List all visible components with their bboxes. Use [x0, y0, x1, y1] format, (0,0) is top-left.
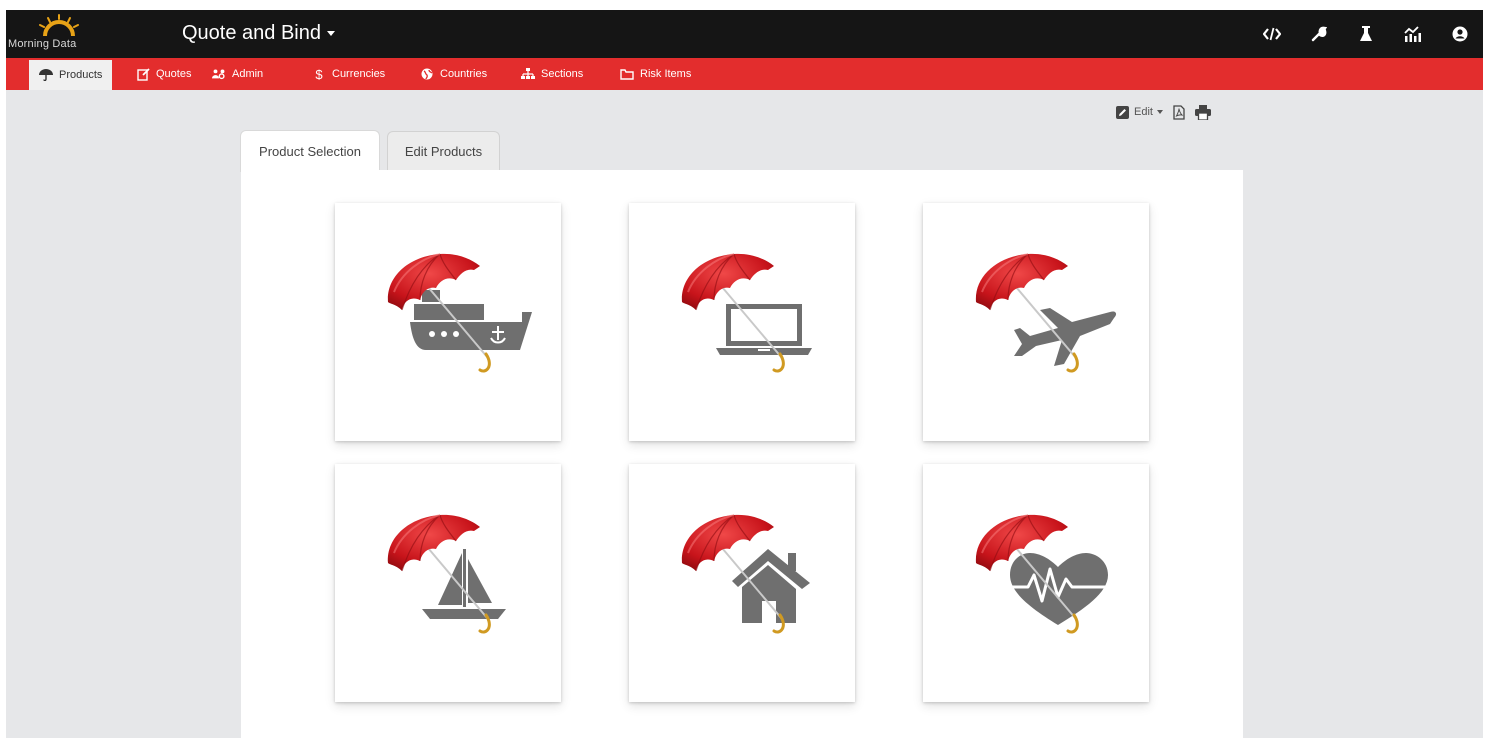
caret-down-icon	[1156, 110, 1163, 114]
content-toolbar: Edit	[1116, 102, 1221, 122]
nav-item-risk-items[interactable]: Risk Items	[620, 58, 691, 90]
edit-dropdown[interactable]: Edit	[1116, 105, 1163, 119]
product-card[interactable]	[335, 203, 561, 441]
folder-icon	[620, 67, 634, 81]
nav-label: Admin	[232, 68, 264, 80]
wrench-icon[interactable]	[1295, 10, 1342, 58]
app-window: Morning Data Quote and Bind Products Quo…	[6, 10, 1483, 738]
umbrella-ship-icon	[386, 252, 532, 373]
umbrella-icon	[39, 68, 53, 82]
app-title: Quote and Bind	[182, 22, 321, 44]
top-icon-bar	[1248, 10, 1483, 58]
product-card[interactable]	[335, 464, 561, 702]
nav-label: Risk Items	[640, 68, 692, 80]
umbrella-airplane-icon	[974, 252, 1117, 373]
main-nav: Products Quotes Admin $ Currencies Count…	[6, 58, 1483, 90]
tab-label: Edit Products	[404, 144, 483, 159]
logo[interactable]: Morning Data	[6, 12, 118, 56]
product-card[interactable]	[923, 464, 1149, 702]
printer-icon	[1194, 104, 1211, 120]
pencil-square-icon	[1116, 105, 1129, 119]
nav-item-countries[interactable]: Countries	[420, 58, 487, 90]
nav-item-sections[interactable]: Sections	[521, 58, 583, 90]
umbrella-heart-icon	[974, 513, 1108, 634]
print-button[interactable]	[1194, 104, 1211, 120]
umbrella-laptop-icon	[680, 252, 812, 373]
users-cog-icon	[212, 67, 226, 81]
logo-text: Morning Data	[8, 38, 77, 50]
code-icon[interactable]	[1248, 10, 1295, 58]
nav-item-quotes[interactable]: Quotes	[136, 58, 191, 90]
umbrella-sailboat-icon	[386, 513, 506, 634]
pdf-button[interactable]	[1173, 104, 1185, 120]
product-card[interactable]	[923, 203, 1149, 441]
user-icon[interactable]	[1436, 10, 1483, 58]
nav-label: Sections	[541, 68, 584, 80]
umbrella-house-icon	[680, 513, 810, 634]
top-bar: Morning Data Quote and Bind	[6, 10, 1483, 58]
dollar-icon: $	[315, 66, 323, 82]
nav-item-products[interactable]: Products	[29, 60, 113, 90]
sunrise-logo-icon	[39, 14, 79, 37]
tab-label: Product Selection	[259, 144, 361, 159]
nav-item-admin[interactable]: Admin	[212, 58, 263, 90]
nav-label: Currencies	[332, 68, 386, 80]
chart-icon[interactable]	[1389, 10, 1436, 58]
product-card[interactable]	[629, 464, 855, 702]
edit-icon	[136, 67, 150, 81]
tab-edit-products[interactable]: Edit Products	[387, 131, 500, 171]
nav-label: Countries	[440, 68, 488, 80]
nav-item-currencies[interactable]: $ Currencies	[312, 58, 385, 90]
product-selection-panel	[241, 170, 1243, 738]
sitemap-icon	[521, 67, 535, 81]
globe-icon	[420, 67, 434, 81]
nav-label: Quotes	[156, 68, 192, 80]
tab-product-selection[interactable]: Product Selection	[240, 130, 380, 172]
flask-icon[interactable]	[1342, 10, 1389, 58]
nav-label: Products	[59, 69, 103, 81]
caret-down-icon	[327, 31, 335, 37]
edit-label: Edit	[1134, 106, 1153, 118]
pdf-icon	[1173, 104, 1185, 120]
app-title-dropdown[interactable]: Quote and Bind	[182, 22, 335, 45]
product-card[interactable]	[629, 203, 855, 441]
